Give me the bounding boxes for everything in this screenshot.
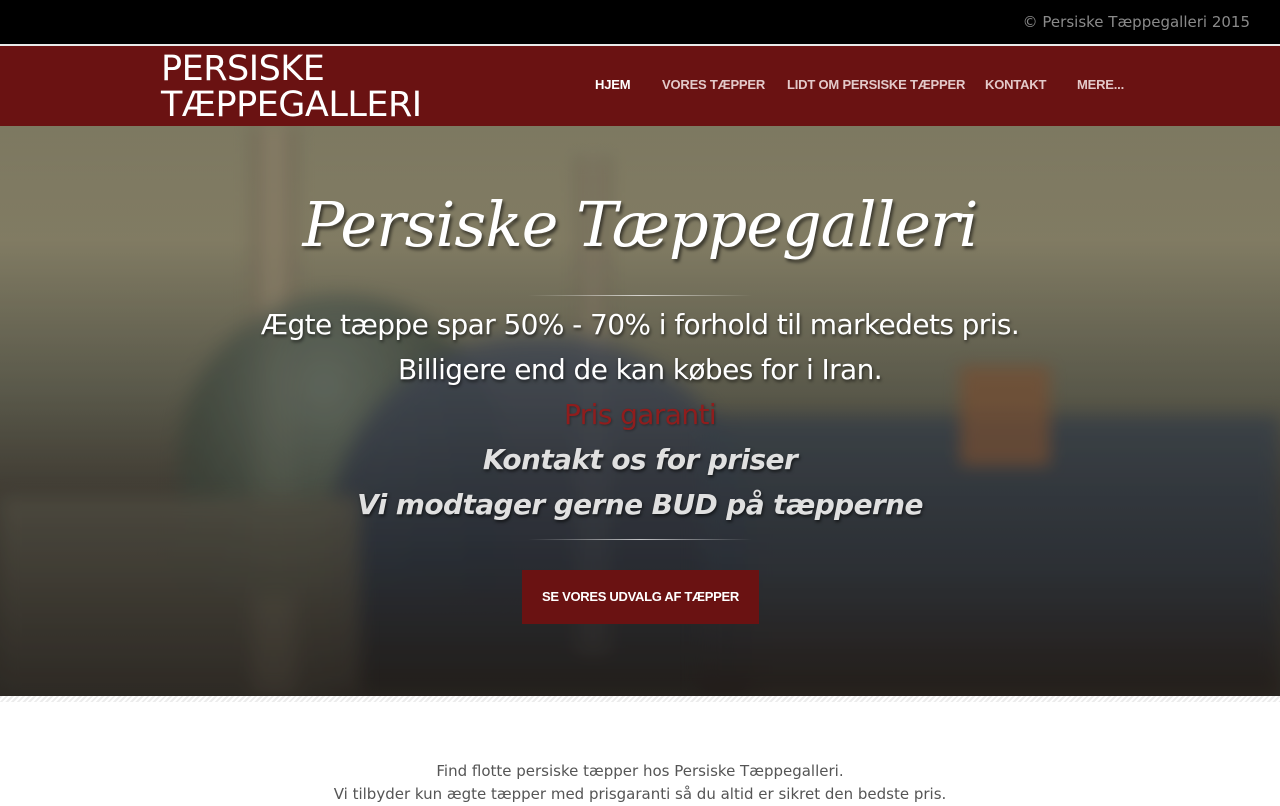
intro-section: Find flotte persiske tæpper hos Persiske… <box>0 760 1280 806</box>
hero-line-price-guarantee: Pris garanti <box>563 398 717 431</box>
hero-line-bids: Vi modtager gerne BUD på tæpperne <box>357 488 923 521</box>
nav-item-hjem[interactable]: HJEM <box>595 77 631 92</box>
hero-line-contact: Kontakt os for priser <box>482 443 798 476</box>
hero-divider-top <box>528 295 752 296</box>
site-header: PERSISKE TÆPPEGALLERI HJEM VORES TÆPPER … <box>0 46 1280 126</box>
see-rugs-button[interactable]: SE VORES UDVALG AF TÆPPER <box>522 570 759 624</box>
top-bar: © Persiske Tæppegalleri 2015 <box>0 0 1280 44</box>
copyright-text: © Persiske Tæppegalleri 2015 <box>1022 13 1250 31</box>
hero-section: Persiske Tæppegalleri Ægte tæppe spar 50… <box>0 126 1280 696</box>
section-divider-stripe <box>0 696 1280 702</box>
nav-item-kontakt[interactable]: KONTAKT <box>985 77 1046 92</box>
nav-item-mere[interactable]: MERE... <box>1077 77 1124 92</box>
hero-line-savings: Ægte tæppe spar 50% - 70% i forhold til … <box>260 308 1020 341</box>
main-nav: HJEM VORES TÆPPER LIDT OM PERSISKE TÆPPE… <box>0 77 1280 97</box>
hero-title: Persiske Tæppegalleri <box>302 188 978 261</box>
hero-line-cheaper: Billigere end de kan købes for i Iran. <box>397 353 883 386</box>
intro-line-1: Find flotte persiske tæpper hos Persiske… <box>436 762 844 780</box>
hero-content: Persiske Tæppegalleri Ægte tæppe spar 50… <box>0 126 1280 696</box>
nav-item-vores-taepper[interactable]: VORES TÆPPER <box>662 77 765 92</box>
nav-item-lidt-om-persiske-taepper[interactable]: LIDT OM PERSISKE TÆPPER <box>787 77 965 92</box>
intro-line-2: Vi tilbyder kun ægte tæpper med prisgara… <box>333 785 947 803</box>
hero-divider-bottom <box>528 539 752 540</box>
